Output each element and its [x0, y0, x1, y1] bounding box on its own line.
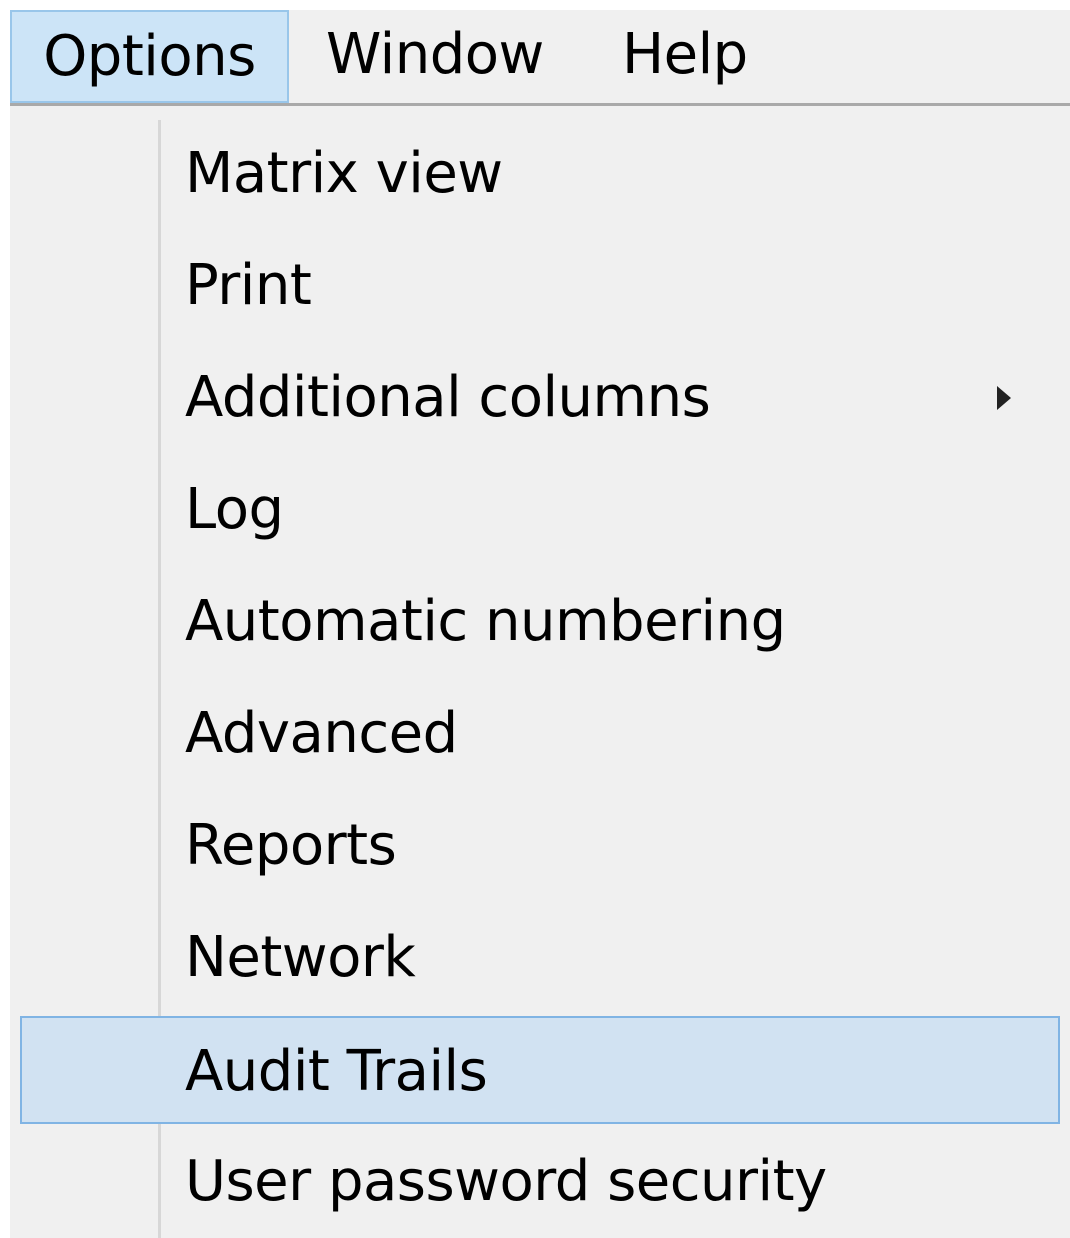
- menu-help[interactable]: Help: [622, 10, 748, 103]
- chevron-right-icon: [997, 386, 1011, 410]
- menu-item-additional-columns[interactable]: Additional columns: [20, 344, 1060, 452]
- menu-item-label: Advanced: [185, 701, 458, 766]
- menu-item-label: Additional columns: [185, 365, 711, 430]
- menu-item-reports[interactable]: Reports: [20, 792, 1060, 900]
- menu-window[interactable]: Window: [326, 10, 544, 103]
- menu-item-label: Reports: [185, 813, 397, 878]
- menu-item-log[interactable]: Log: [20, 456, 1060, 564]
- menu-item-label: Network: [185, 925, 416, 990]
- menu-bar: Options Window Help: [10, 10, 1070, 106]
- menu-options[interactable]: Options: [10, 10, 289, 103]
- menu-item-label: Automatic numbering: [185, 589, 786, 654]
- menu-item-print[interactable]: Print: [20, 232, 1060, 340]
- menu-item-label: Audit Trails: [185, 1039, 488, 1104]
- menu-item-user-password-security[interactable]: User password security: [20, 1128, 1060, 1236]
- menu-item-label: Matrix view: [185, 141, 503, 206]
- menu-item-label: User password security: [185, 1149, 827, 1214]
- options-dropdown-menu: Matrix view Print Additional columns Log…: [10, 106, 1070, 1238]
- menu-item-automatic-numbering[interactable]: Automatic numbering: [20, 568, 1060, 676]
- menu-item-label: Print: [185, 253, 312, 318]
- menu-item-advanced[interactable]: Advanced: [20, 680, 1060, 788]
- menu-item-audit-trails[interactable]: Audit Trails: [20, 1016, 1060, 1124]
- menu-item-matrix-view[interactable]: Matrix view: [20, 120, 1060, 228]
- menu-item-label: Log: [185, 477, 284, 542]
- menu-item-network[interactable]: Network: [20, 904, 1060, 1012]
